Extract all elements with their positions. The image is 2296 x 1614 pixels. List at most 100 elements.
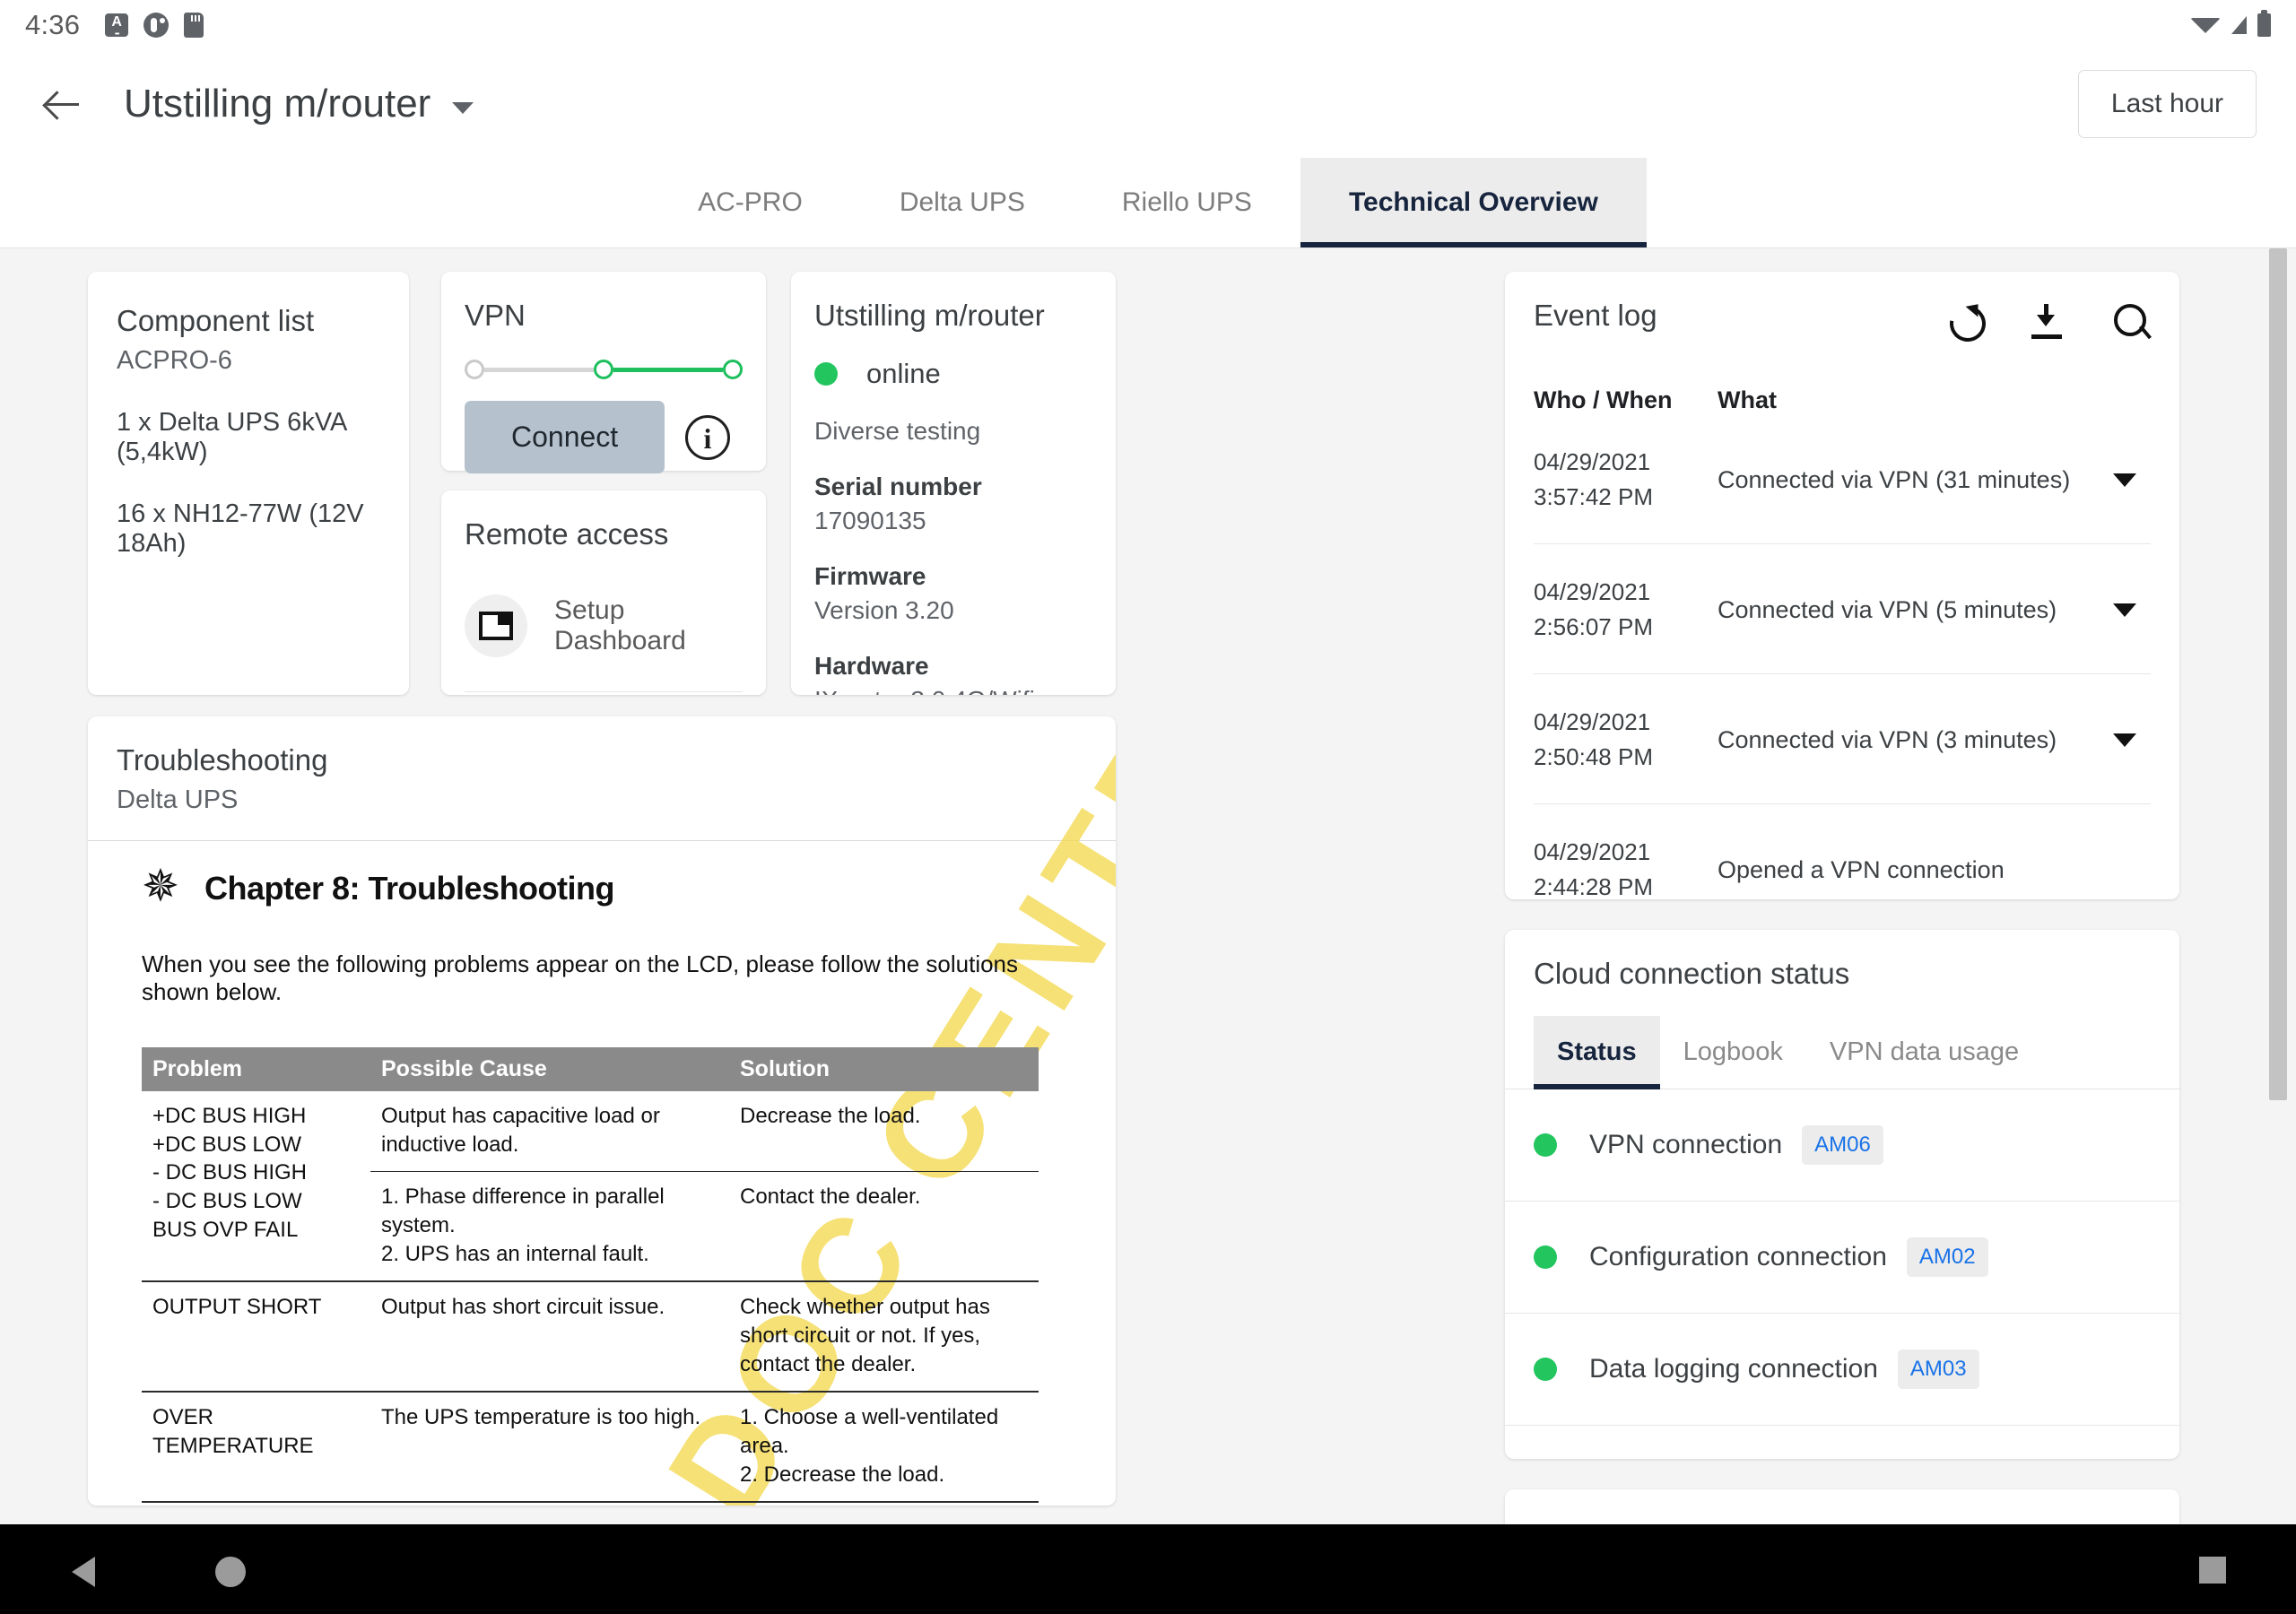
vertical-scrollbar[interactable] xyxy=(2269,248,2287,1100)
column-header-solution: Solution xyxy=(729,1047,1039,1091)
cloud-status-label: Data logging connection xyxy=(1589,1354,1878,1384)
column-header-what: What xyxy=(1718,386,1777,413)
cloud-status-row: Configuration connection AM02 xyxy=(1505,1202,2179,1314)
device-field-value: Version 3.20 xyxy=(814,596,954,624)
sd-card-icon xyxy=(184,13,204,38)
cell-cause: Output has short circuit issue. xyxy=(370,1280,729,1393)
wifi-icon xyxy=(2190,17,2221,33)
event-log-row[interactable]: 04/29/2021 2:50:48 PM Connected via VPN … xyxy=(1534,674,2151,804)
event-time: 2:50:48 PM xyxy=(1534,743,1653,770)
cloud-status-row: VPN connection AM06 xyxy=(1505,1089,2179,1202)
page-title: Utstilling m/router xyxy=(124,82,431,126)
event-timestamp: 04/29/2021 2:56:07 PM xyxy=(1534,575,1718,645)
vpn-step-node-3 xyxy=(723,360,743,379)
status-bar-right-icons xyxy=(2190,10,2271,37)
search-icon[interactable] xyxy=(2111,302,2151,342)
vpn-step-segment-1 xyxy=(484,367,594,372)
vpn-step-node-2 xyxy=(594,360,613,379)
back-arrow-icon[interactable] xyxy=(39,81,86,127)
cloud-connection-status-card: Cloud connection status Status Logbook V… xyxy=(1505,930,2179,1459)
status-bar-left-icons: A xyxy=(105,13,204,38)
event-time: 2:56:07 PM xyxy=(1534,613,1653,640)
nav-home-circle-icon[interactable] xyxy=(215,1557,246,1587)
device-status: online xyxy=(814,358,1092,390)
tab-riello-ups[interactable]: Riello UPS xyxy=(1074,158,1300,247)
cloud-status-row: Data logging connection AM03 xyxy=(1505,1314,2179,1426)
cell-solution: Check whether output has short circuit o… xyxy=(729,1280,1039,1393)
vpn-step-node-1 xyxy=(465,360,484,379)
component-list-title: Component list xyxy=(117,304,315,337)
status-badge[interactable]: AM03 xyxy=(1897,1349,1979,1389)
event-log-column-headers: Who / When What xyxy=(1534,386,2151,414)
status-dot-icon xyxy=(1534,1245,1557,1269)
cloud-status-label: Configuration connection xyxy=(1589,1242,1887,1271)
event-log-card: Event log Who / When What 04/29/2021 3:5… xyxy=(1505,272,2179,900)
event-log-row[interactable]: 04/29/2021 3:57:42 PM Connected via VPN … xyxy=(1534,414,2151,544)
vpn-step-segment-2 xyxy=(613,367,723,372)
event-log-title: Event log xyxy=(1534,299,1657,332)
remote-access-title: Remote access xyxy=(465,517,669,551)
event-description: Connected via VPN (31 minutes) xyxy=(1718,465,2071,493)
app-header: Utstilling m/router Last hour xyxy=(0,50,2296,158)
tab-vpn-data-usage[interactable]: VPN data usage xyxy=(1806,1016,2042,1089)
tab-status[interactable]: Status xyxy=(1534,1016,1660,1089)
event-description: Connected via VPN (3 minutes) xyxy=(1718,725,2057,753)
chevron-down-icon[interactable] xyxy=(2113,603,2136,617)
cloud-status-label: VPN connection xyxy=(1589,1130,1783,1159)
dropdown-caret-icon[interactable] xyxy=(452,101,474,114)
event-log-row[interactable]: 04/29/2021 2:56:07 PM Connected via VPN … xyxy=(1534,544,2151,674)
cell-problem: OVER TEMPERATURE xyxy=(142,1391,370,1503)
vpn-title: VPN xyxy=(465,299,526,332)
status-bar-clock: 4:36 xyxy=(25,9,81,40)
device-field-value: IXrouter 3.0 4G/Wifi xyxy=(814,686,1092,695)
alarm-a-icon: A xyxy=(105,13,129,38)
status-dot-icon xyxy=(1534,1133,1557,1157)
event-log-row[interactable]: 04/29/2021 2:44:28 PM Opened a VPN conne… xyxy=(1534,804,2151,933)
event-time: 3:57:42 PM xyxy=(1534,483,1653,510)
status-badge[interactable]: AM02 xyxy=(1906,1237,1988,1277)
main-tabbar: AC-PRO Delta UPS Riello UPS Technical Ov… xyxy=(0,158,2296,248)
setup-dashboard-label: Setup Dashboard xyxy=(554,595,686,655)
table-row: OUTPUT SHORT Output has short circuit is… xyxy=(142,1280,1039,1393)
tab-logbook[interactable]: Logbook xyxy=(1660,1016,1806,1089)
app-screen: 4:36 A Utstilling m/router Last hour AC-… xyxy=(0,0,2296,1614)
nav-recents-square-icon[interactable] xyxy=(2199,1557,2226,1584)
tab-technical-overview[interactable]: Technical Overview xyxy=(1300,158,1647,247)
refresh-icon[interactable] xyxy=(1946,302,1986,342)
cell-solution: Contact the dealer. xyxy=(729,1171,1039,1282)
tab-ac-pro[interactable]: AC-PRO xyxy=(649,158,851,247)
event-timestamp: 04/29/2021 3:57:42 PM xyxy=(1534,445,1718,515)
event-date: 04/29/2021 xyxy=(1534,448,1651,475)
time-range-button[interactable]: Last hour xyxy=(2077,70,2257,138)
cell-solution: Decrease the load. xyxy=(740,1104,921,1128)
chevron-down-icon[interactable] xyxy=(2113,733,2136,747)
device-description: Diverse testing xyxy=(814,417,981,445)
event-date: 04/29/2021 xyxy=(1534,578,1651,605)
vpn-actions: Connect xyxy=(465,401,743,473)
device-field-key: Firmware xyxy=(814,562,926,590)
event-timestamp: 04/29/2021 2:50:48 PM xyxy=(1534,705,1718,775)
android-status-bar: 4:36 A xyxy=(0,0,2296,50)
vpn-connect-button[interactable]: Connect xyxy=(465,401,665,473)
android-nav-bar xyxy=(0,1524,2296,1614)
info-icon[interactable] xyxy=(685,414,730,460)
cell-cause: The UPS temperature is too high. xyxy=(370,1391,729,1503)
column-header-cause: Possible Cause xyxy=(370,1047,729,1091)
setup-dashboard-item[interactable]: Setup Dashboard xyxy=(465,594,743,692)
event-timestamp: 04/29/2021 2:44:28 PM xyxy=(1534,835,1718,905)
device-status-text: online xyxy=(866,358,941,389)
component-list-subtitle: ACPRO-6 xyxy=(117,346,232,375)
device-field-key: Hardware xyxy=(814,652,929,680)
battery-icon xyxy=(2257,10,2271,37)
component-line: 1 x Delta UPS 6kVA (5,4kW) xyxy=(117,408,346,466)
component-list-card: Component list ACPRO-6 1 x Delta UPS 6kV… xyxy=(88,272,409,695)
cell-problem: OUTPUT SHORT xyxy=(142,1280,370,1393)
tab-delta-ups[interactable]: Delta UPS xyxy=(851,158,1074,247)
download-icon[interactable] xyxy=(2029,302,2068,342)
event-description: Opened a VPN connection xyxy=(1718,855,2005,883)
cloud-status-title: Cloud connection status xyxy=(1534,957,1850,990)
status-badge[interactable]: AM06 xyxy=(1802,1125,1883,1165)
chevron-down-icon[interactable] xyxy=(2113,473,2136,487)
do-not-disturb-icon xyxy=(144,13,170,38)
nav-back-triangle-icon[interactable] xyxy=(72,1557,95,1587)
